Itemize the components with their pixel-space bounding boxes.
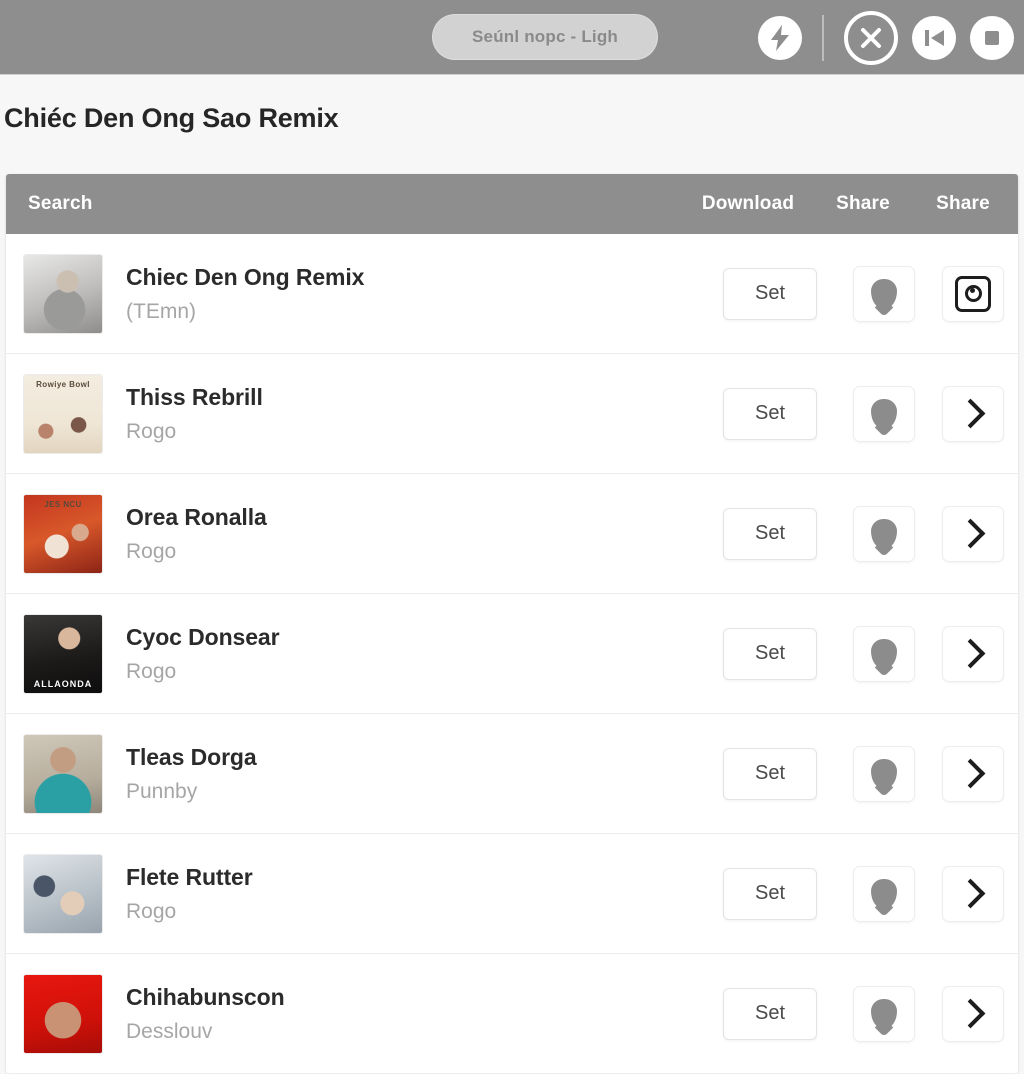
share-pin-button[interactable]: [853, 265, 915, 322]
set-button[interactable]: Set: [723, 507, 817, 560]
track-text-block: Thiss Rebrill Rogo: [102, 384, 723, 444]
track-subtitle: Rogo: [126, 539, 177, 563]
share-action-button[interactable]: [942, 385, 1004, 442]
pin-icon: [871, 758, 897, 789]
track-title: Orea Ronalla: [126, 503, 267, 530]
track-text-block: Flete Rutter Rogo: [102, 864, 723, 924]
thumbnail-label: ALLAONDA: [33, 678, 93, 689]
share-pin-button[interactable]: [853, 505, 915, 562]
track-list-card: Search Download Share Share Chiec Den On…: [6, 174, 1018, 1074]
share-action-button[interactable]: [942, 505, 1004, 562]
track-thumbnail: Rowiye Bowl: [24, 374, 102, 453]
search-field-text: Seúnl nopc - Ligh: [472, 27, 618, 46]
stop-icon: [981, 27, 1003, 49]
pin-icon: [871, 878, 897, 909]
share-action-button[interactable]: [942, 985, 1004, 1042]
track-title: Chihabunscon: [126, 983, 285, 1010]
set-button[interactable]: Set: [723, 387, 817, 440]
lightning-bolt-button[interactable]: [758, 15, 802, 60]
track-text-block: Cyoc Donsear Rogo: [102, 624, 723, 684]
share-action-button[interactable]: [942, 265, 1004, 322]
track-row[interactable]: Chiec Den Ong Remix (TEmn) Set: [6, 234, 1018, 354]
chevron-right-icon: [955, 638, 985, 669]
share-pin-button[interactable]: [853, 865, 915, 922]
share-action-button[interactable]: [942, 865, 1004, 922]
page-title: Chiéc Den Ong Sao Remix: [4, 103, 339, 133]
set-button[interactable]: Set: [723, 987, 817, 1040]
column-header-share-1: Share: [836, 193, 890, 214]
column-header-download: Download: [701, 193, 795, 214]
column-header-share-2: Share: [936, 193, 990, 214]
track-title: Tleas Dorga: [126, 743, 257, 770]
toolbar-divider: [822, 14, 824, 61]
set-button[interactable]: Set: [723, 627, 817, 680]
share-action-button[interactable]: [942, 745, 1004, 802]
track-thumbnail: [24, 974, 102, 1053]
track-subtitle: Rogo: [126, 899, 177, 923]
track-row[interactable]: Flete Rutter Rogo Set: [6, 834, 1018, 954]
track-subtitle: (TEmn): [126, 299, 196, 323]
track-title: Flete Rutter: [126, 863, 253, 890]
top-bar-actions: [758, 0, 1014, 75]
track-text-block: Chiec Den Ong Remix (TEmn): [102, 264, 723, 324]
pin-icon: [871, 518, 897, 549]
track-subtitle: Rogo: [126, 659, 177, 683]
thumbnail-top-text: Rowiye Bowl: [36, 379, 90, 389]
share-pin-button[interactable]: [853, 985, 915, 1042]
track-text-block: Tleas Dorga Punnby: [102, 744, 723, 804]
share-pin-button[interactable]: [853, 625, 915, 682]
track-text-block: Chihabunscon Desslouv: [102, 984, 723, 1044]
chevron-right-icon: [955, 878, 985, 909]
pin-icon: [871, 638, 897, 669]
thumbnail-top-text: JES NCU: [44, 499, 82, 509]
track-thumbnail: [24, 734, 102, 813]
track-thumbnail: [24, 254, 102, 333]
track-thumbnail: ALLAONDA: [24, 614, 102, 693]
share-action-button[interactable]: [942, 625, 1004, 682]
share-pin-button[interactable]: [853, 745, 915, 802]
column-header-search: Search: [28, 193, 93, 214]
chevron-right-icon: [955, 398, 985, 429]
track-thumbnail: [24, 854, 102, 933]
track-thumbnail: JES NCU: [24, 494, 102, 573]
lightning-bolt-icon: [769, 24, 791, 51]
track-row[interactable]: Chihabunscon Desslouv Set: [6, 954, 1018, 1074]
track-subtitle: Desslouv: [126, 1019, 213, 1043]
stop-button[interactable]: [970, 15, 1014, 60]
track-row[interactable]: JES NCU Orea Ronalla Rogo Set: [6, 474, 1018, 594]
set-button[interactable]: Set: [723, 867, 817, 920]
track-row[interactable]: ALLAONDA Cyoc Donsear Rogo Set: [6, 594, 1018, 714]
pin-icon: [871, 998, 897, 1029]
previous-track-button[interactable]: [912, 15, 956, 60]
track-title: Cyoc Donsear: [126, 623, 280, 650]
track-list: Chiec Den Ong Remix (TEmn) Set Rowiye Bo…: [6, 234, 1018, 1074]
track-subtitle: Rogo: [126, 419, 177, 443]
top-bar: Seúnl nopc - Ligh: [0, 0, 1024, 75]
close-icon: [858, 25, 884, 51]
table-header: Search Download Share Share: [6, 174, 1018, 234]
close-button[interactable]: [844, 10, 898, 65]
record-box-icon: [955, 275, 991, 312]
track-subtitle: Punnby: [126, 779, 198, 803]
pin-icon: [871, 278, 897, 309]
track-title: Thiss Rebrill: [126, 383, 263, 410]
track-title: Chiec Den Ong Remix: [126, 263, 365, 290]
pin-icon: [871, 398, 897, 429]
chevron-right-icon: [955, 518, 985, 549]
share-pin-button[interactable]: [853, 385, 915, 442]
track-row[interactable]: Rowiye Bowl Thiss Rebrill Rogo Set: [6, 354, 1018, 474]
search-field[interactable]: Seúnl nopc - Ligh: [432, 14, 658, 60]
chevron-right-icon: [955, 758, 985, 789]
previous-track-icon: [922, 27, 946, 49]
set-button[interactable]: Set: [723, 267, 817, 320]
track-text-block: Orea Ronalla Rogo: [102, 504, 723, 564]
set-button[interactable]: Set: [723, 747, 817, 800]
track-row[interactable]: Tleas Dorga Punnby Set: [6, 714, 1018, 834]
